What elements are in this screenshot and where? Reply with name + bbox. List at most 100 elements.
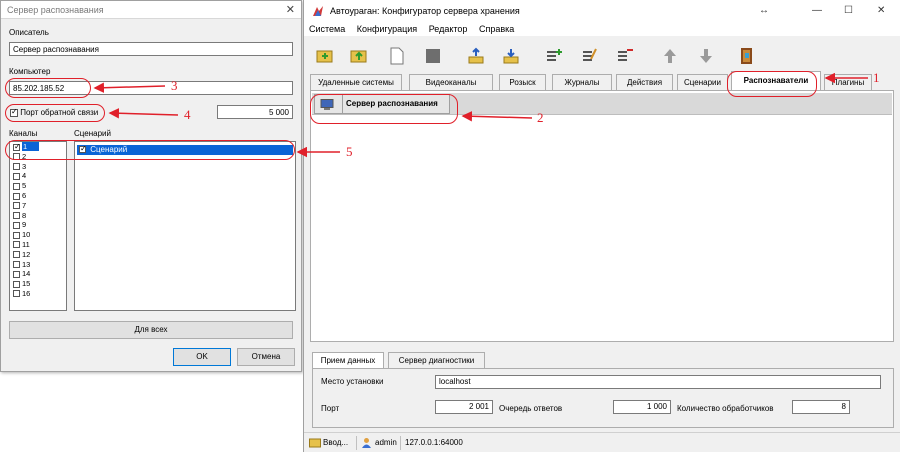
computer-field[interactable]: 85.202.185.52 — [9, 81, 293, 95]
channel-item[interactable]: 1 — [10, 142, 66, 152]
dialog-close-icon[interactable]: ✕ — [286, 1, 295, 19]
channel-item[interactable]: 13 — [10, 260, 66, 270]
tab-diagnostics-server[interactable]: Сервер диагностики — [388, 352, 485, 368]
channel-item[interactable]: 15 — [10, 279, 66, 289]
reply-queue-field[interactable]: 1 000 — [613, 400, 671, 414]
ok-button[interactable]: OK — [173, 348, 231, 366]
arrow-down-icon[interactable] — [697, 47, 715, 65]
tab-search[interactable]: Розыск — [499, 74, 546, 90]
checkbox-icon[interactable] — [13, 251, 20, 259]
status-input: Ввод... — [323, 438, 349, 447]
callback-port-field[interactable]: 5 000 — [217, 105, 293, 119]
checkbox-icon[interactable] — [10, 107, 18, 117]
open-folder-icon[interactable] — [316, 47, 334, 65]
checkbox-icon[interactable] — [13, 202, 20, 210]
tab-recognizers[interactable]: Распознаватели — [731, 71, 821, 91]
dark-square-icon[interactable] — [424, 47, 442, 65]
monitor-icon — [320, 99, 334, 110]
channel-item[interactable]: 16 — [10, 289, 66, 299]
channel-label: 1 — [22, 142, 40, 151]
tab-logs[interactable]: Журналы — [552, 74, 612, 90]
channel-item[interactable]: 12 — [10, 250, 66, 260]
channel-label: 8 — [22, 210, 27, 220]
main-tab-bar: Удаленные системы Видеоканалы Розыск Жур… — [310, 71, 900, 91]
status-user: admin — [375, 438, 397, 447]
channel-label: 6 — [22, 190, 27, 200]
maximize-icon[interactable]: ☐ — [844, 0, 853, 22]
scenario-list[interactable]: Сценарий — [74, 141, 296, 311]
checkbox-icon[interactable] — [13, 153, 20, 161]
channel-item[interactable]: 14 — [10, 269, 66, 279]
channel-item[interactable]: 9 — [10, 220, 66, 230]
channel-item[interactable]: 6 — [10, 191, 66, 201]
tab-plugins[interactable]: Плагины — [824, 74, 872, 90]
tab-remote-systems[interactable]: Удаленные системы — [310, 74, 402, 90]
folder-icon — [309, 438, 321, 448]
annotation-number-3: 3 — [171, 78, 178, 93]
menu-system[interactable]: Система — [309, 24, 345, 34]
exit-door-icon[interactable] — [738, 47, 756, 65]
list-edit-icon[interactable] — [581, 47, 599, 65]
channels-list[interactable]: 12345678910111213141516 — [9, 141, 67, 311]
minimize-icon[interactable]: — — [812, 0, 822, 22]
scenario-item[interactable]: Сценарий — [77, 144, 293, 155]
checkbox-icon[interactable] — [13, 221, 20, 229]
channel-item[interactable]: 4 — [10, 171, 66, 181]
recognizer-item[interactable]: Сервер распознавания — [314, 94, 450, 114]
menu-help[interactable]: Справка — [479, 24, 514, 34]
list-add-icon[interactable] — [545, 47, 563, 65]
channel-label: 10 — [22, 230, 31, 240]
descriptor-label: Описатель — [9, 28, 49, 37]
for-all-button[interactable]: Для всех — [9, 321, 293, 339]
handlers-field[interactable]: 8 — [792, 400, 850, 414]
descriptor-field[interactable]: Сервер распознавания — [9, 42, 293, 56]
checkbox-icon[interactable] — [13, 231, 20, 239]
annotation-number-4: 4 — [184, 107, 191, 122]
download-icon[interactable] — [502, 47, 520, 65]
app-logo-icon — [313, 6, 323, 16]
channel-item[interactable]: 7 — [10, 201, 66, 211]
checkbox-icon[interactable] — [13, 241, 20, 249]
channel-label: 4 — [22, 171, 27, 181]
menu-editor[interactable]: Редактор — [429, 24, 468, 34]
channel-label: 11 — [22, 239, 30, 249]
tab-video-channels[interactable]: Видеоканалы — [409, 74, 493, 90]
checkbox-icon[interactable] — [13, 192, 20, 200]
checkbox-icon[interactable] — [13, 163, 20, 171]
channel-item[interactable]: 10 — [10, 230, 66, 240]
list-remove-icon[interactable] — [616, 47, 634, 65]
checkbox-icon[interactable] — [13, 270, 20, 278]
checkbox-icon[interactable] — [13, 261, 20, 269]
cancel-button[interactable]: Отмена — [237, 348, 295, 366]
checkbox-icon[interactable] — [13, 182, 20, 190]
channel-item[interactable]: 5 — [10, 181, 66, 191]
checkbox-icon[interactable] — [13, 212, 20, 220]
callback-port-checkbox[interactable]: Порт обратной связи — [10, 107, 98, 117]
checkbox-icon[interactable] — [13, 172, 20, 180]
tab-data-receive[interactable]: Прием данных — [312, 352, 384, 368]
reply-queue-label: Очередь ответов — [499, 404, 563, 413]
channel-item[interactable]: 3 — [10, 162, 66, 172]
checkbox-icon[interactable] — [13, 280, 20, 288]
close-icon[interactable]: ✕ — [877, 0, 885, 22]
user-icon — [362, 438, 371, 448]
resize-icon[interactable]: ↔ — [759, 0, 769, 22]
checkbox-icon[interactable] — [13, 290, 20, 298]
status-separator — [356, 436, 357, 450]
channel-item[interactable]: 8 — [10, 211, 66, 221]
tab-scenarios[interactable]: Сценарии — [677, 74, 728, 90]
channel-item[interactable]: 11 — [10, 240, 66, 250]
port-field[interactable]: 2 001 — [435, 400, 493, 414]
folder-up-icon[interactable] — [350, 47, 368, 65]
scenario-label: Сценарий — [74, 129, 111, 138]
checkbox-icon[interactable] — [13, 142, 21, 151]
status-address: 127.0.0.1:64000 — [405, 438, 463, 447]
install-location-field[interactable]: localhost — [435, 375, 881, 389]
upload-icon[interactable] — [467, 47, 485, 65]
menu-configuration[interactable]: Конфигурация — [357, 24, 417, 34]
channel-item[interactable]: 2 — [10, 152, 66, 162]
new-document-icon[interactable] — [388, 47, 406, 65]
checkbox-icon[interactable] — [79, 144, 87, 154]
arrow-up-icon[interactable] — [661, 47, 679, 65]
tab-actions[interactable]: Действия — [616, 74, 673, 90]
